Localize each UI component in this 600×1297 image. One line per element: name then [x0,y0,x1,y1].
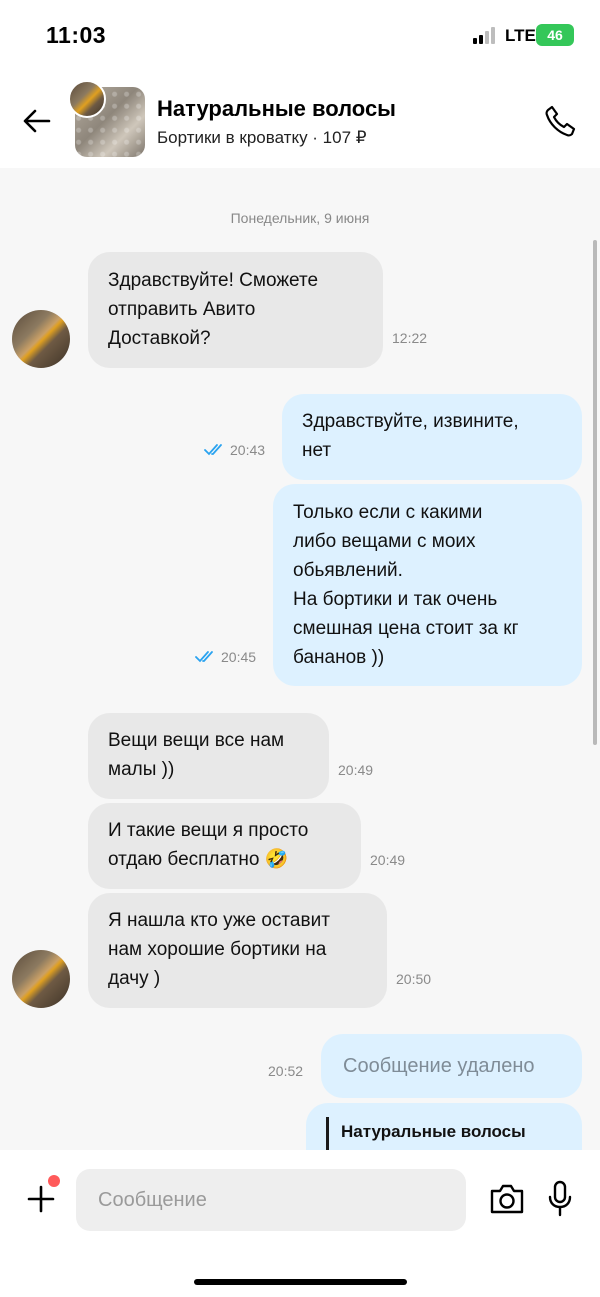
sender-avatar [12,310,70,368]
reply-quote: Натуральные волосы [326,1117,526,1150]
message-text: И такие вещи я просто отдаю бесплатно 🤣 [108,820,309,870]
status-time: 11:03 [46,22,107,48]
battery-level: 46 [547,27,563,43]
message-list[interactable]: Понедельник, 9 июня Здравствуйте! Сможет… [0,168,600,1150]
incoming-message[interactable]: Вещи вещи все нам малы )) [88,713,329,799]
sender-avatar [12,950,70,1008]
incoming-message[interactable]: Я нашла кто уже оставит нам хорошие борт… [88,893,387,1008]
plus-icon[interactable] [26,1184,56,1214]
message-text: Я нашла кто уже оставит нам хорошие борт… [108,910,330,989]
message-time-status: 20:45 [195,649,256,665]
status-bar: 11:03 LTE 46 [0,0,600,70]
seller-avatar [68,80,106,118]
double-check-icon [204,444,222,456]
chat-title[interactable]: Натуральные волосы [157,96,396,122]
reply-message[interactable]: Натуральные волосы [306,1103,582,1150]
notification-dot [48,1175,60,1187]
double-check-icon [195,651,213,663]
deleted-message[interactable]: Сообщение удалено [321,1034,582,1098]
deleted-message-text: Сообщение удалено [343,1055,535,1077]
date-separator: Понедельник, 9 июня [230,210,370,226]
camera-icon[interactable] [488,1182,526,1216]
listing-subtitle[interactable]: Бортики в кроватку · 107 ₽ [157,128,367,148]
message-text: Здравствуйте! Сможете отправить Авито До… [108,270,319,349]
message-text: Вещи вещи все нам малы )) [108,730,285,780]
message-input[interactable] [76,1169,466,1231]
microphone-icon[interactable] [547,1180,573,1218]
message-time: 20:49 [338,762,374,778]
message-text: Здравствуйте, извините, нет [302,411,519,461]
message-time: 20:45 [221,649,257,665]
message-time: 20:43 [230,442,266,458]
message-time: 20:50 [396,971,432,987]
message-text: Только если с какими либо вещами с моих … [293,502,519,668]
outgoing-message[interactable]: Здравствуйте, извините, нет [282,394,582,480]
battery-icon: 46 [536,24,574,46]
message-time: 12:22 [392,330,428,346]
chat-header: Натуральные волосы Бортики в кроватку · … [0,70,600,168]
home-indicator [194,1279,407,1285]
signal-icon [473,26,499,44]
message-time: 20:52 [268,1063,304,1079]
incoming-message[interactable]: И такие вещи я просто отдаю бесплатно 🤣 [88,803,361,889]
outgoing-message[interactable]: Только если с какими либо вещами с моих … [273,484,582,686]
phone-icon[interactable] [544,104,578,138]
composer [0,1150,600,1297]
scrollbar[interactable] [593,240,597,745]
network-type: LTE [505,26,536,45]
incoming-message[interactable]: Здравствуйте! Сможете отправить Авито До… [88,252,383,368]
message-time: 20:49 [370,852,406,868]
message-time-status: 20:43 [204,442,265,458]
back-arrow-icon[interactable] [22,106,52,136]
